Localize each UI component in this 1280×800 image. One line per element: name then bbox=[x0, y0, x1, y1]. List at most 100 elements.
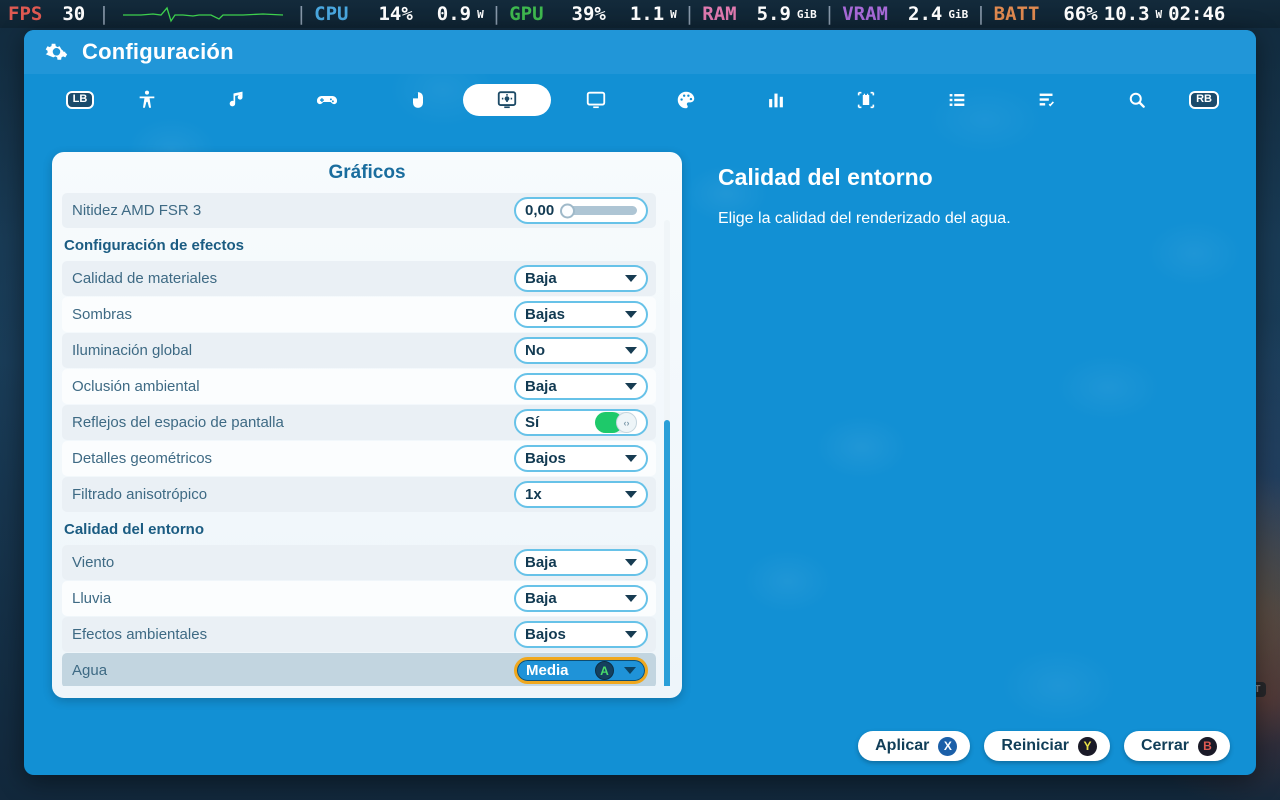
dropdown-control[interactable]: Baja bbox=[514, 585, 648, 612]
section-header: Configuración de efectos bbox=[64, 236, 245, 254]
table-row[interactable]: Reflejos del espacio de pantalla Sí ‹› bbox=[62, 405, 656, 440]
toggle-knob-icon: ‹› bbox=[616, 412, 637, 433]
tab-rb-hint[interactable]: RB bbox=[1182, 84, 1226, 116]
tab-search[interactable] bbox=[1092, 84, 1182, 116]
tab-graphics[interactable] bbox=[462, 84, 551, 116]
row-label: Reflejos del espacio de pantalla bbox=[72, 414, 284, 431]
slider-control[interactable]: 0,00 bbox=[514, 197, 648, 224]
toggle-control[interactable]: Sí ‹› bbox=[514, 409, 648, 436]
chevron-down-icon bbox=[625, 347, 637, 354]
y-button-icon: Y bbox=[1077, 736, 1097, 756]
row-label: Efectos ambientales bbox=[72, 626, 208, 643]
tab-lb-hint[interactable]: LB bbox=[58, 84, 102, 116]
hud-ram-value: 5.9 bbox=[756, 3, 791, 25]
dropdown-control[interactable]: Baja bbox=[514, 373, 648, 400]
window-title-bar: Configuración bbox=[24, 30, 1256, 74]
hud-separator-5: | bbox=[823, 3, 836, 25]
table-row[interactable]: Detalles geométricos Bajos bbox=[62, 441, 656, 476]
slider-knob[interactable] bbox=[560, 203, 576, 218]
list-section-title: Gráficos bbox=[328, 162, 406, 183]
chevron-down-icon bbox=[624, 667, 636, 674]
apply-button-label: Aplicar bbox=[875, 737, 930, 754]
table-row[interactable]: Efectos ambientales Bajos bbox=[62, 617, 656, 652]
hud-cpu-power-unit: W bbox=[477, 7, 484, 21]
lb-bumper-icon: LB bbox=[65, 91, 95, 109]
tab-accessibility[interactable] bbox=[102, 84, 192, 116]
checklist-icon bbox=[1039, 93, 1054, 107]
chevron-down-icon bbox=[625, 275, 637, 282]
bar-chart-icon bbox=[769, 93, 784, 108]
tab-bar: LB RB bbox=[24, 74, 1256, 126]
table-row[interactable]: Iluminación global No bbox=[62, 333, 656, 368]
table-row[interactable]: Viento Baja bbox=[62, 545, 656, 580]
row-label: Oclusión ambiental bbox=[72, 378, 200, 395]
accessibility-icon bbox=[139, 90, 155, 108]
dropdown-control[interactable]: Bajos bbox=[514, 445, 648, 472]
hud-gpu-power-unit: W bbox=[670, 7, 677, 21]
row-label: Calidad de materiales bbox=[72, 270, 218, 287]
tab-tasks[interactable] bbox=[1002, 84, 1092, 116]
table-row[interactable]: Sombras Bajas bbox=[62, 297, 656, 332]
dropdown-control[interactable]: 1x bbox=[514, 481, 648, 508]
table-row-selected[interactable]: Agua Media A bbox=[62, 653, 656, 686]
tab-display[interactable] bbox=[551, 84, 641, 116]
section-header: Calidad del entorno bbox=[64, 520, 205, 538]
dropdown-control[interactable]: Baja bbox=[514, 265, 648, 292]
search-icon bbox=[1129, 92, 1145, 108]
gear-icon bbox=[45, 43, 68, 60]
dropdown-control[interactable]: Bajos bbox=[514, 621, 648, 648]
close-button[interactable]: Cerrar B bbox=[1123, 731, 1230, 761]
row-label: Filtrado anisotrópico bbox=[72, 486, 208, 503]
a-button-icon: A bbox=[595, 661, 614, 680]
dropdown-value: Media bbox=[526, 662, 569, 679]
tab-audio[interactable] bbox=[192, 84, 282, 116]
gamepad-icon bbox=[317, 96, 338, 105]
tab-performance[interactable] bbox=[731, 84, 821, 116]
chevron-down-icon bbox=[625, 595, 637, 602]
table-row[interactable]: Filtrado anisotrópico 1x bbox=[62, 477, 656, 512]
dropdown-control[interactable]: No bbox=[514, 337, 648, 364]
scrollbar-track[interactable] bbox=[664, 220, 670, 686]
tab-hardware[interactable] bbox=[821, 84, 911, 116]
table-row[interactable]: Calidad de materiales Baja bbox=[62, 261, 656, 296]
hud-batt-label: BATT bbox=[993, 3, 1040, 25]
hud-fps-value: 30 bbox=[62, 3, 86, 25]
dropdown-value: Baja bbox=[525, 590, 557, 607]
table-row[interactable]: Lluvia Baja bbox=[62, 581, 656, 616]
dropdown-control[interactable]: Baja bbox=[514, 549, 648, 576]
hud-gpu-usage: 39% bbox=[571, 3, 606, 25]
hud-cpu-power: 0.9 bbox=[436, 3, 472, 25]
dropdown-control[interactable]: Bajas bbox=[514, 301, 648, 328]
slider-value: 0,00 bbox=[525, 202, 555, 219]
reset-button[interactable]: Reiniciar Y bbox=[984, 731, 1110, 761]
mouse-icon bbox=[412, 92, 423, 108]
settings-scroll-area[interactable]: Nitidez AMD FSR 3 0,00 Configuración de … bbox=[62, 192, 672, 686]
dropdown-value: Baja bbox=[525, 270, 557, 287]
dropdown-control-focused[interactable]: Media A bbox=[514, 657, 648, 684]
toggle-switch[interactable]: ‹› bbox=[595, 412, 637, 433]
toggle-value: Sí bbox=[525, 414, 540, 431]
row-label: Detalles geométricos bbox=[72, 450, 213, 467]
table-row[interactable]: Nitidez AMD FSR 3 0,00 bbox=[62, 193, 656, 228]
monitor-settings-icon bbox=[497, 91, 516, 109]
table-row[interactable]: Oclusión ambiental Baja bbox=[62, 369, 656, 404]
row-label: Agua bbox=[72, 662, 108, 679]
dropdown-value: 1x bbox=[525, 486, 542, 503]
slider-track[interactable] bbox=[560, 203, 637, 218]
palette-icon bbox=[677, 91, 695, 109]
apply-button[interactable]: Aplicar X bbox=[858, 731, 971, 761]
tab-controller[interactable] bbox=[282, 84, 372, 116]
hud-cpu-usage: 14% bbox=[378, 3, 413, 25]
chevron-down-icon bbox=[625, 383, 637, 390]
tab-list[interactable] bbox=[912, 84, 1002, 116]
performance-overlay: FPS 30 | | CPU 14% 0.9 W | GPU 39% 1.1 W |… bbox=[0, 0, 1280, 28]
row-label: Viento bbox=[72, 554, 115, 571]
b-button-icon: B bbox=[1198, 736, 1217, 756]
tab-mouse[interactable] bbox=[373, 84, 463, 116]
hud-ram-unit: GiB bbox=[796, 7, 817, 21]
scrollbar-thumb[interactable] bbox=[664, 420, 670, 686]
tab-appearance[interactable] bbox=[641, 84, 731, 116]
hud-vram-value: 2.4 bbox=[908, 3, 943, 25]
hud-separator-4: | bbox=[683, 3, 696, 25]
settings-window: Configuración LB RB Gráficos Nitidez AMD… bbox=[24, 30, 1256, 775]
